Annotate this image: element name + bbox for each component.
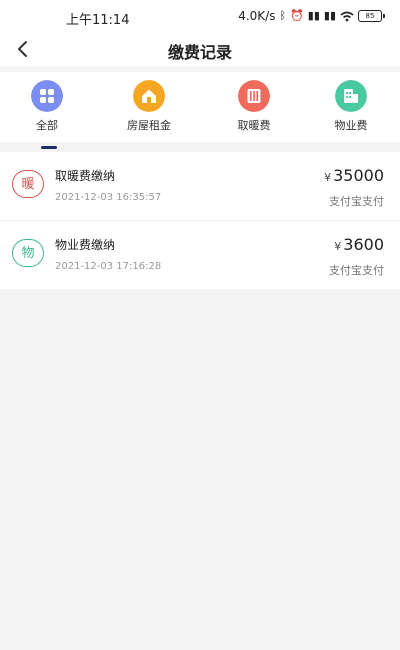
- currency-symbol: ¥: [334, 240, 342, 253]
- signal-icon: ▮▮: [323, 9, 336, 22]
- network-speed: 4.0K/s: [238, 9, 276, 23]
- category-tabs: 全部 房屋租金 取暖费 物业费: [0, 72, 400, 149]
- property-icon: [335, 80, 367, 112]
- heater-icon: [238, 80, 270, 112]
- tab-label: 房屋租金: [127, 119, 171, 132]
- heating-badge: 暖: [12, 170, 44, 198]
- record-title: 取暖费缴纳: [55, 169, 116, 183]
- payment-method: 支付宝支付: [329, 264, 384, 277]
- page-title: 缴费记录: [167, 43, 232, 62]
- record-time: 2021-12-03 17:16:28: [55, 261, 162, 272]
- tab-all[interactable]: 全部: [9, 80, 85, 149]
- tab-label: 全部: [36, 119, 58, 132]
- payment-record[interactable]: 物 物业费缴纳 2021-12-03 17:16:28 ¥3600 支付宝支付: [0, 221, 400, 289]
- status-time: 上午11:14: [66, 13, 130, 28]
- record-title: 物业费缴纳: [55, 238, 116, 252]
- tab-house-rent[interactable]: 房屋租金: [111, 80, 187, 140]
- record-amount: ¥35000: [324, 166, 384, 185]
- alarm-icon: ⏰: [290, 9, 304, 22]
- battery-icon: 85: [358, 10, 385, 22]
- grid-icon: [31, 80, 63, 112]
- tab-label: 物业费: [334, 119, 368, 132]
- signal-icon: ▮▮: [307, 9, 320, 22]
- nav-bar: 缴费记录: [0, 34, 400, 66]
- currency-symbol: ¥: [324, 171, 332, 184]
- record-amount: ¥3600: [334, 235, 384, 254]
- house-icon: [133, 80, 165, 112]
- bluetooth-icon: ᛒ: [279, 9, 287, 22]
- tab-heating-fee[interactable]: 取暖费: [216, 80, 292, 140]
- payment-record[interactable]: 暖 取暖费缴纳 2021-12-03 16:35:57 ¥35000 支付宝支付: [0, 152, 400, 221]
- payment-record-list: 暖 取暖费缴纳 2021-12-03 16:35:57 ¥35000 支付宝支付…: [0, 152, 400, 289]
- record-time: 2021-12-03 16:35:57: [55, 192, 162, 203]
- tab-property-fee[interactable]: 物业费: [313, 80, 389, 140]
- amount-value: 3600: [343, 235, 384, 254]
- status-bar: 上午11:14 4.0K/s ᛒ ⏰ ▮▮ ▮▮ 85: [0, 0, 400, 34]
- wifi-icon: [340, 11, 354, 21]
- tab-label: 取暖费: [237, 119, 271, 132]
- payment-method: 支付宝支付: [329, 195, 384, 208]
- property-badge: 物: [12, 239, 44, 267]
- amount-value: 35000: [333, 166, 384, 185]
- active-tab-indicator: [41, 146, 57, 149]
- status-indicators: 4.0K/s ᛒ ⏰ ▮▮ ▮▮ 85: [238, 9, 385, 23]
